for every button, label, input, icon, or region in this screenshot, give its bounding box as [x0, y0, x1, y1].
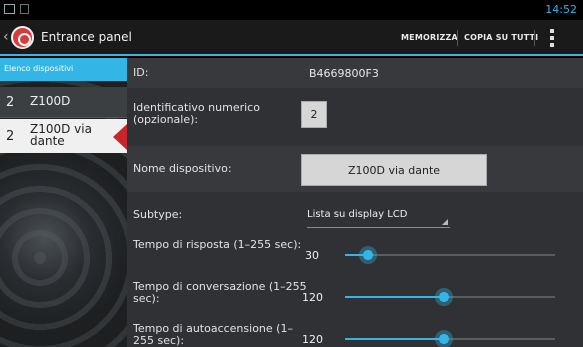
status-clock: 14:52	[545, 3, 577, 16]
device-list-title: Elenco dispositivi	[4, 64, 74, 73]
device-detail-form: ID: B4669800F3 Identificativo numerico (…	[127, 58, 583, 347]
action-separator	[534, 30, 535, 46]
id-label: ID:	[133, 66, 149, 79]
device-list-header: Elenco dispositivi	[0, 58, 127, 81]
action-bar: ‹ Entrance panel MEMORIZZA COPIA SU TUTT…	[0, 20, 583, 56]
auto-on-time-row: Tempo di autoaccensione (1–255 sec): 120	[127, 318, 583, 347]
overflow-menu-icon[interactable]	[550, 29, 554, 47]
slider-thumb[interactable]	[434, 330, 453, 347]
response-time-label: Tempo di risposta (1–255 sec):	[133, 238, 302, 251]
subtype-row: Subtype: Lista su display LCD	[127, 196, 583, 234]
status-bar: 14:52	[0, 0, 583, 20]
device-name-button[interactable]: Z100D via dante	[301, 154, 487, 186]
response-time-row: Tempo di risposta (1–255 sec): 30	[127, 234, 583, 274]
screenshot-icon	[4, 4, 15, 14]
subtype-selected-value: Lista su display LCD	[307, 209, 408, 220]
device-list-sidebar: Elenco dispositivi 2 Z100D 2 Z100D via d…	[0, 58, 127, 347]
conversation-time-label: Tempo di conversazione (1–255 sec):	[133, 280, 307, 305]
subtype-dropdown[interactable]: Lista su display LCD	[307, 206, 450, 228]
response-time-value: 30	[305, 249, 319, 262]
device-list-item[interactable]: 2 Z100D	[0, 87, 127, 118]
action-separator	[457, 30, 458, 46]
id-value: B4669800F3	[309, 67, 379, 80]
copy-to-all-button[interactable]: COPIA SU TUTTI	[464, 33, 538, 42]
slider-thumb[interactable]	[434, 288, 453, 306]
app-logo-icon[interactable]	[11, 26, 34, 49]
slider-thumb[interactable]	[359, 246, 378, 264]
dropdown-arrow-icon	[442, 219, 448, 225]
notification-icon	[20, 4, 29, 14]
subtype-label: Subtype:	[133, 208, 183, 221]
device-number: 2	[6, 129, 15, 144]
response-time-slider[interactable]	[345, 246, 555, 264]
conversation-time-slider[interactable]	[345, 288, 555, 306]
device-number: 2	[6, 95, 15, 110]
id-row: ID: B4669800F3	[127, 58, 583, 88]
back-chevron-icon[interactable]: ‹	[3, 29, 9, 45]
auto-on-time-label: Tempo di autoaccensione (1–255 sec):	[133, 322, 293, 347]
device-name-row: Nome dispositivo: Z100D via dante	[127, 146, 583, 192]
slider-fill	[345, 338, 444, 340]
save-button[interactable]: MEMORIZZA	[401, 33, 458, 42]
auto-on-time-slider[interactable]	[345, 330, 555, 347]
device-list-item-selected[interactable]: 2 Z100D via dante	[0, 119, 127, 153]
slider-fill	[345, 296, 444, 298]
app-title: Entrance panel	[41, 30, 132, 44]
numeric-id-row: Identificativo numerico (opzionale): 2	[127, 88, 583, 140]
device-name: Z100D	[30, 94, 71, 108]
device-name-label: Nome dispositivo:	[133, 162, 232, 175]
numeric-id-button[interactable]: 2	[301, 101, 327, 128]
conversation-time-value: 120	[302, 291, 323, 304]
numeric-id-label: Identificativo numerico (opzionale):	[133, 101, 260, 126]
device-name: Z100D via dante	[30, 122, 92, 148]
conversation-time-row: Tempo di conversazione (1–255 sec): 120	[127, 276, 583, 316]
auto-on-time-value: 120	[302, 333, 323, 346]
selection-marker-icon	[113, 124, 127, 150]
